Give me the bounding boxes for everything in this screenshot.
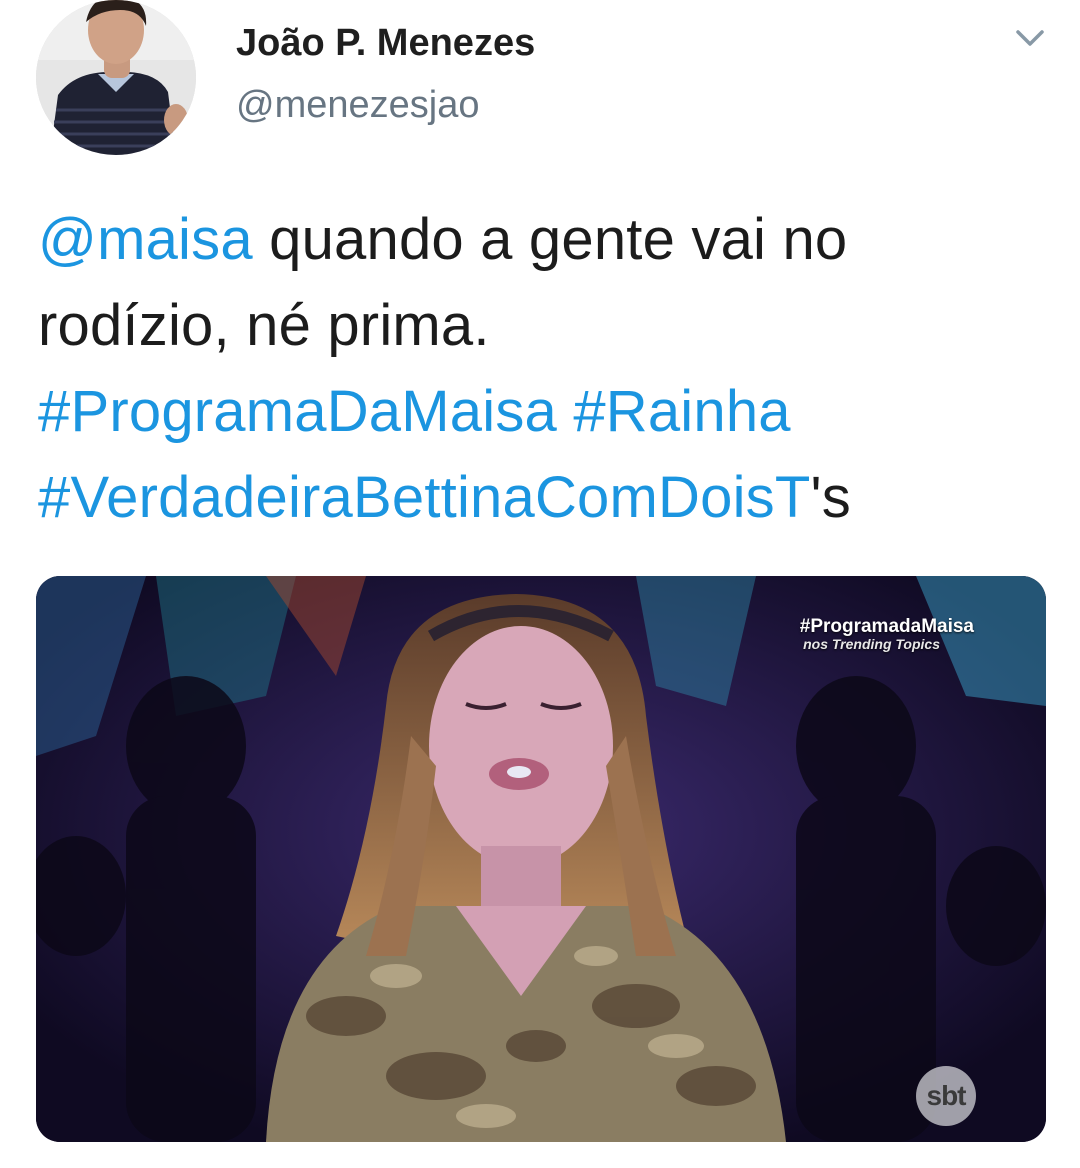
hashtag-link-programadamaisa[interactable]: #ProgramaDaMaisa <box>38 379 557 444</box>
tweet-line-1: @maisa quando a gente vai no <box>38 197 1048 283</box>
hashtag-suffix: 's <box>810 465 851 530</box>
network-logo: sbt <box>916 1066 976 1126</box>
media-overlay-hashtag: #ProgramadaMaisa <box>799 616 974 637</box>
avatar[interactable] <box>36 0 196 155</box>
media-image <box>36 576 1046 1142</box>
author-handle[interactable]: @menezesjao <box>236 84 479 127</box>
tweet-line-4: #VerdadeiraBettinaComDoisT's <box>38 455 1048 541</box>
tweet-media[interactable]: #ProgramadaMaisa nos Trending Topics sbt <box>36 576 1046 1142</box>
author-display-name[interactable]: João P. Menezes <box>236 22 535 65</box>
hashtag-link-rainha[interactable]: #Rainha <box>573 379 790 444</box>
tweet-text: @maisa quando a gente vai no rodízio, né… <box>38 197 1048 541</box>
mention-link[interactable]: @maisa <box>38 207 253 272</box>
tweet-line-2: rodízio, né prima. <box>38 293 490 358</box>
hashtag-link-verdadeirabettina[interactable]: #VerdadeiraBettinaComDoisT <box>38 465 810 530</box>
media-overlay-subtitle: nos Trending Topics <box>803 636 940 652</box>
avatar-photo <box>36 0 196 155</box>
tweet-text-part: quando a gente vai no <box>252 207 848 272</box>
tweet-line-3: #ProgramaDaMaisa #Rainha <box>38 369 1048 455</box>
chevron-down-icon[interactable] <box>1010 18 1050 58</box>
